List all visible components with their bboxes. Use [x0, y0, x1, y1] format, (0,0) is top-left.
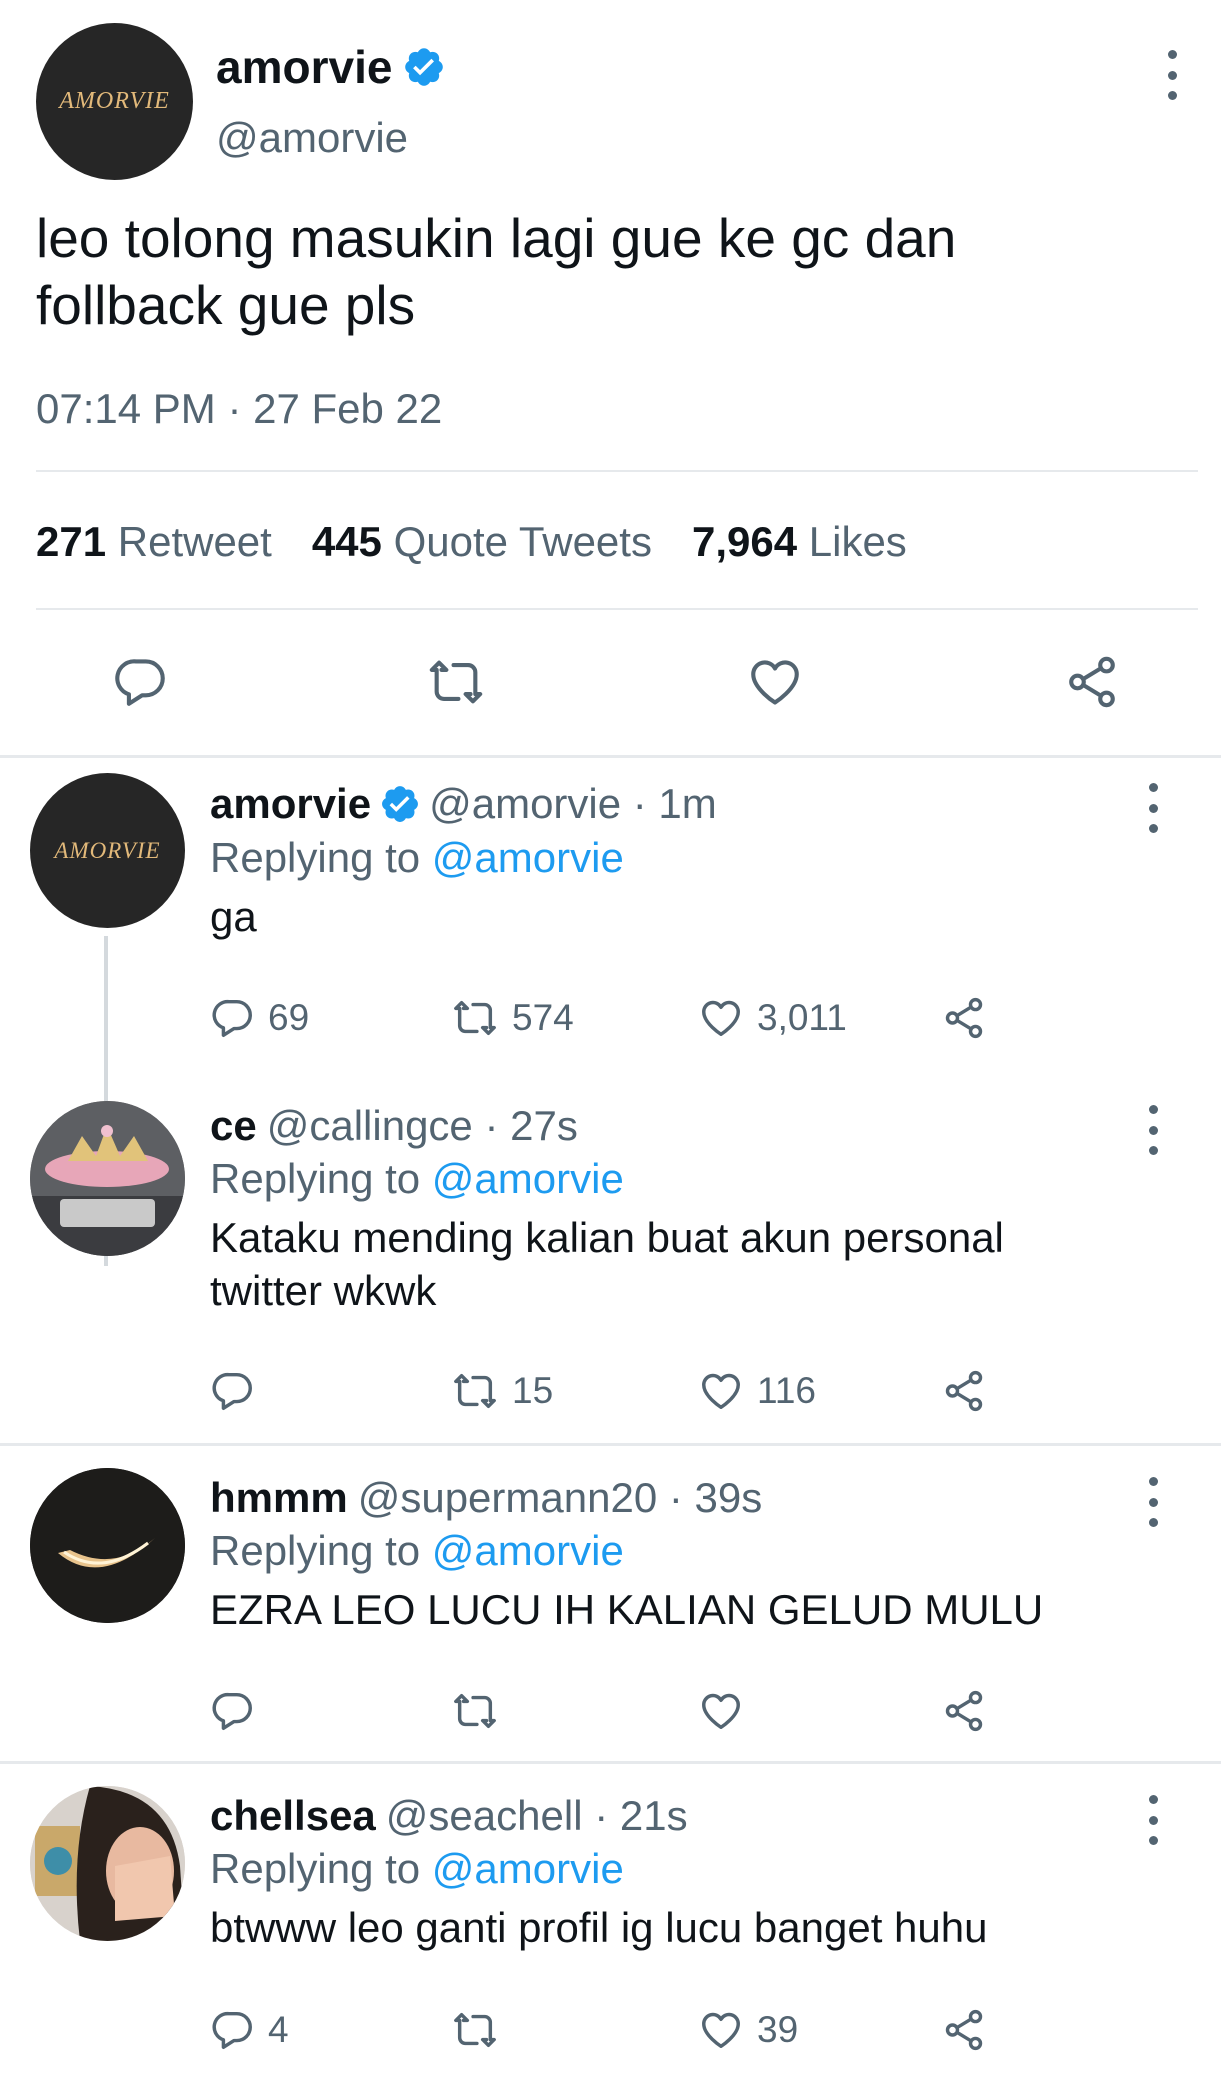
more-options-icon[interactable]	[1154, 50, 1190, 100]
like-action[interactable]: 39	[697, 2007, 798, 2053]
replying-to: Replying to @amorvie	[210, 1155, 624, 1202]
more-options-icon[interactable]	[1135, 1105, 1171, 1155]
reply-icon[interactable]	[112, 653, 170, 711]
like-action[interactable]: 116	[697, 1368, 816, 1414]
handle-time[interactable]: @seachell · 21s	[386, 1792, 688, 1840]
like-icon[interactable]	[697, 2007, 745, 2053]
share-icon[interactable]	[940, 2007, 988, 2053]
reply-tweet[interactable]: hmmm @supermann20 · 39s Replying to @amo…	[0, 1446, 1221, 1761]
reply-text: ga	[210, 893, 257, 940]
verified-badge-icon	[402, 45, 446, 89]
handle-time[interactable]: @supermann20 · 39s	[358, 1474, 763, 1522]
more-options-icon[interactable]	[1135, 783, 1171, 833]
tweet-text: leo tolong masukin lagi gue ke gc dan fo…	[36, 207, 957, 336]
avatar[interactable]	[30, 1468, 185, 1623]
quote-tweets-stat[interactable]: 445 Quote Tweets	[312, 518, 652, 566]
divider	[36, 608, 1198, 610]
retweet-icon[interactable]	[450, 1688, 500, 1734]
replying-to-link[interactable]: @amorvie	[432, 834, 624, 881]
tweet-timestamp[interactable]: 07:14 PM · 27 Feb 22	[36, 385, 442, 433]
verified-badge-icon	[379, 783, 421, 825]
stats-row: 271 Retweet 445 Quote Tweets 7,964 Likes	[36, 518, 907, 566]
reply-icon[interactable]	[210, 1368, 256, 1414]
reply-tweet[interactable]: AMORVIE amorvie @amorvie · 1m Replying t…	[0, 758, 1221, 1266]
reply-icon[interactable]	[210, 995, 256, 1041]
display-name[interactable]: ce	[210, 1102, 257, 1150]
retweet-icon[interactable]	[450, 1368, 500, 1414]
more-options-icon[interactable]	[1135, 1795, 1171, 1845]
replying-to-link[interactable]: @amorvie	[432, 1527, 624, 1574]
reply-action[interactable]: 4	[210, 2007, 289, 2053]
reply-tweet[interactable]: chellsea @seachell · 21s Replying to @am…	[0, 1764, 1221, 2082]
reply-header: amorvie @amorvie · 1m	[210, 780, 717, 828]
avatar[interactable]: AMORVIE	[30, 773, 185, 928]
reply-tweet[interactable]: ce @callingce · 27s Replying to @amorvie…	[0, 1088, 1221, 1443]
handle-time[interactable]: @amorvie · 1m	[429, 780, 717, 828]
reply-text: Kataku mending kalian buat akun personal…	[210, 1214, 1004, 1314]
display-name[interactable]: amorvie	[210, 780, 371, 828]
retweet-count: 574	[512, 997, 574, 1038]
retweet-count: 15	[512, 1370, 554, 1411]
avatar-moon-photo	[30, 1468, 185, 1623]
divider	[36, 470, 1198, 472]
likes-stat[interactable]: 7,964 Likes	[692, 518, 907, 566]
like-count: 3,011	[757, 997, 847, 1038]
replying-to: Replying to @amorvie	[210, 834, 624, 881]
share-icon[interactable]	[940, 995, 988, 1041]
retweet-stat[interactable]: 271 Retweet	[36, 518, 272, 566]
reply-header: chellsea @seachell · 21s	[210, 1792, 688, 1840]
like-icon[interactable]	[697, 1368, 745, 1414]
retweet-action[interactable]: 574	[450, 995, 574, 1041]
retweet-icon[interactable]	[425, 653, 487, 711]
handle[interactable]: @amorvie	[216, 114, 408, 162]
reply-header: hmmm @supermann20 · 39s	[210, 1474, 762, 1522]
share-icon[interactable]	[940, 1368, 988, 1414]
retweet-action[interactable]	[450, 2007, 512, 2053]
like-icon[interactable]	[697, 1688, 745, 1734]
retweet-icon[interactable]	[450, 2007, 500, 2053]
replying-to-link[interactable]: @amorvie	[432, 1155, 624, 1202]
like-icon[interactable]	[697, 995, 745, 1041]
handle-time[interactable]: @callingce · 27s	[267, 1102, 578, 1150]
like-action[interactable]	[697, 1688, 757, 1734]
avatar[interactable]	[30, 1101, 185, 1256]
like-count: 116	[757, 1370, 816, 1411]
replying-to: Replying to @amorvie	[210, 1845, 624, 1892]
retweet-icon[interactable]	[450, 995, 500, 1041]
main-tweet: AMORVIE amorvie @amorvie leo tolong masu…	[0, 0, 1221, 755]
reply-header: ce @callingce · 27s	[210, 1102, 578, 1150]
reply-action[interactable]	[210, 1688, 268, 1734]
display-name[interactable]: chellsea	[210, 1792, 376, 1840]
reply-icon[interactable]	[210, 1688, 256, 1734]
reply-action[interactable]: 69	[210, 995, 309, 1041]
author-row[interactable]: amorvie	[216, 40, 446, 94]
avatar-person-photo	[30, 1786, 185, 1941]
reply-count: 4	[268, 2009, 289, 2050]
share-icon[interactable]	[940, 1688, 988, 1734]
like-count: 39	[757, 2009, 799, 2050]
share-icon[interactable]	[1062, 653, 1122, 711]
replying-to-link[interactable]: @amorvie	[432, 1845, 624, 1892]
avatar[interactable]	[30, 1786, 185, 1941]
reply-icon[interactable]	[210, 2007, 256, 2053]
more-options-icon[interactable]	[1135, 1477, 1171, 1527]
avatar[interactable]: AMORVIE	[36, 23, 193, 180]
reply-action[interactable]	[210, 1368, 268, 1414]
replying-to: Replying to @amorvie	[210, 1527, 624, 1574]
like-icon[interactable]	[745, 653, 805, 711]
reply-count: 69	[268, 997, 310, 1038]
reply-text: btwww leo ganti profil ig lucu banget hu…	[210, 1904, 988, 1951]
reply-text: EZRA LEO LUCU IH KALIAN GELUD MULU	[210, 1586, 1044, 1633]
avatar-tiara-photo	[30, 1101, 185, 1256]
retweet-action[interactable]: 15	[450, 1368, 553, 1414]
like-action[interactable]: 3,011	[697, 995, 847, 1041]
display-name[interactable]: amorvie	[216, 40, 392, 94]
display-name[interactable]: hmmm	[210, 1474, 348, 1522]
retweet-action[interactable]	[450, 1688, 512, 1734]
